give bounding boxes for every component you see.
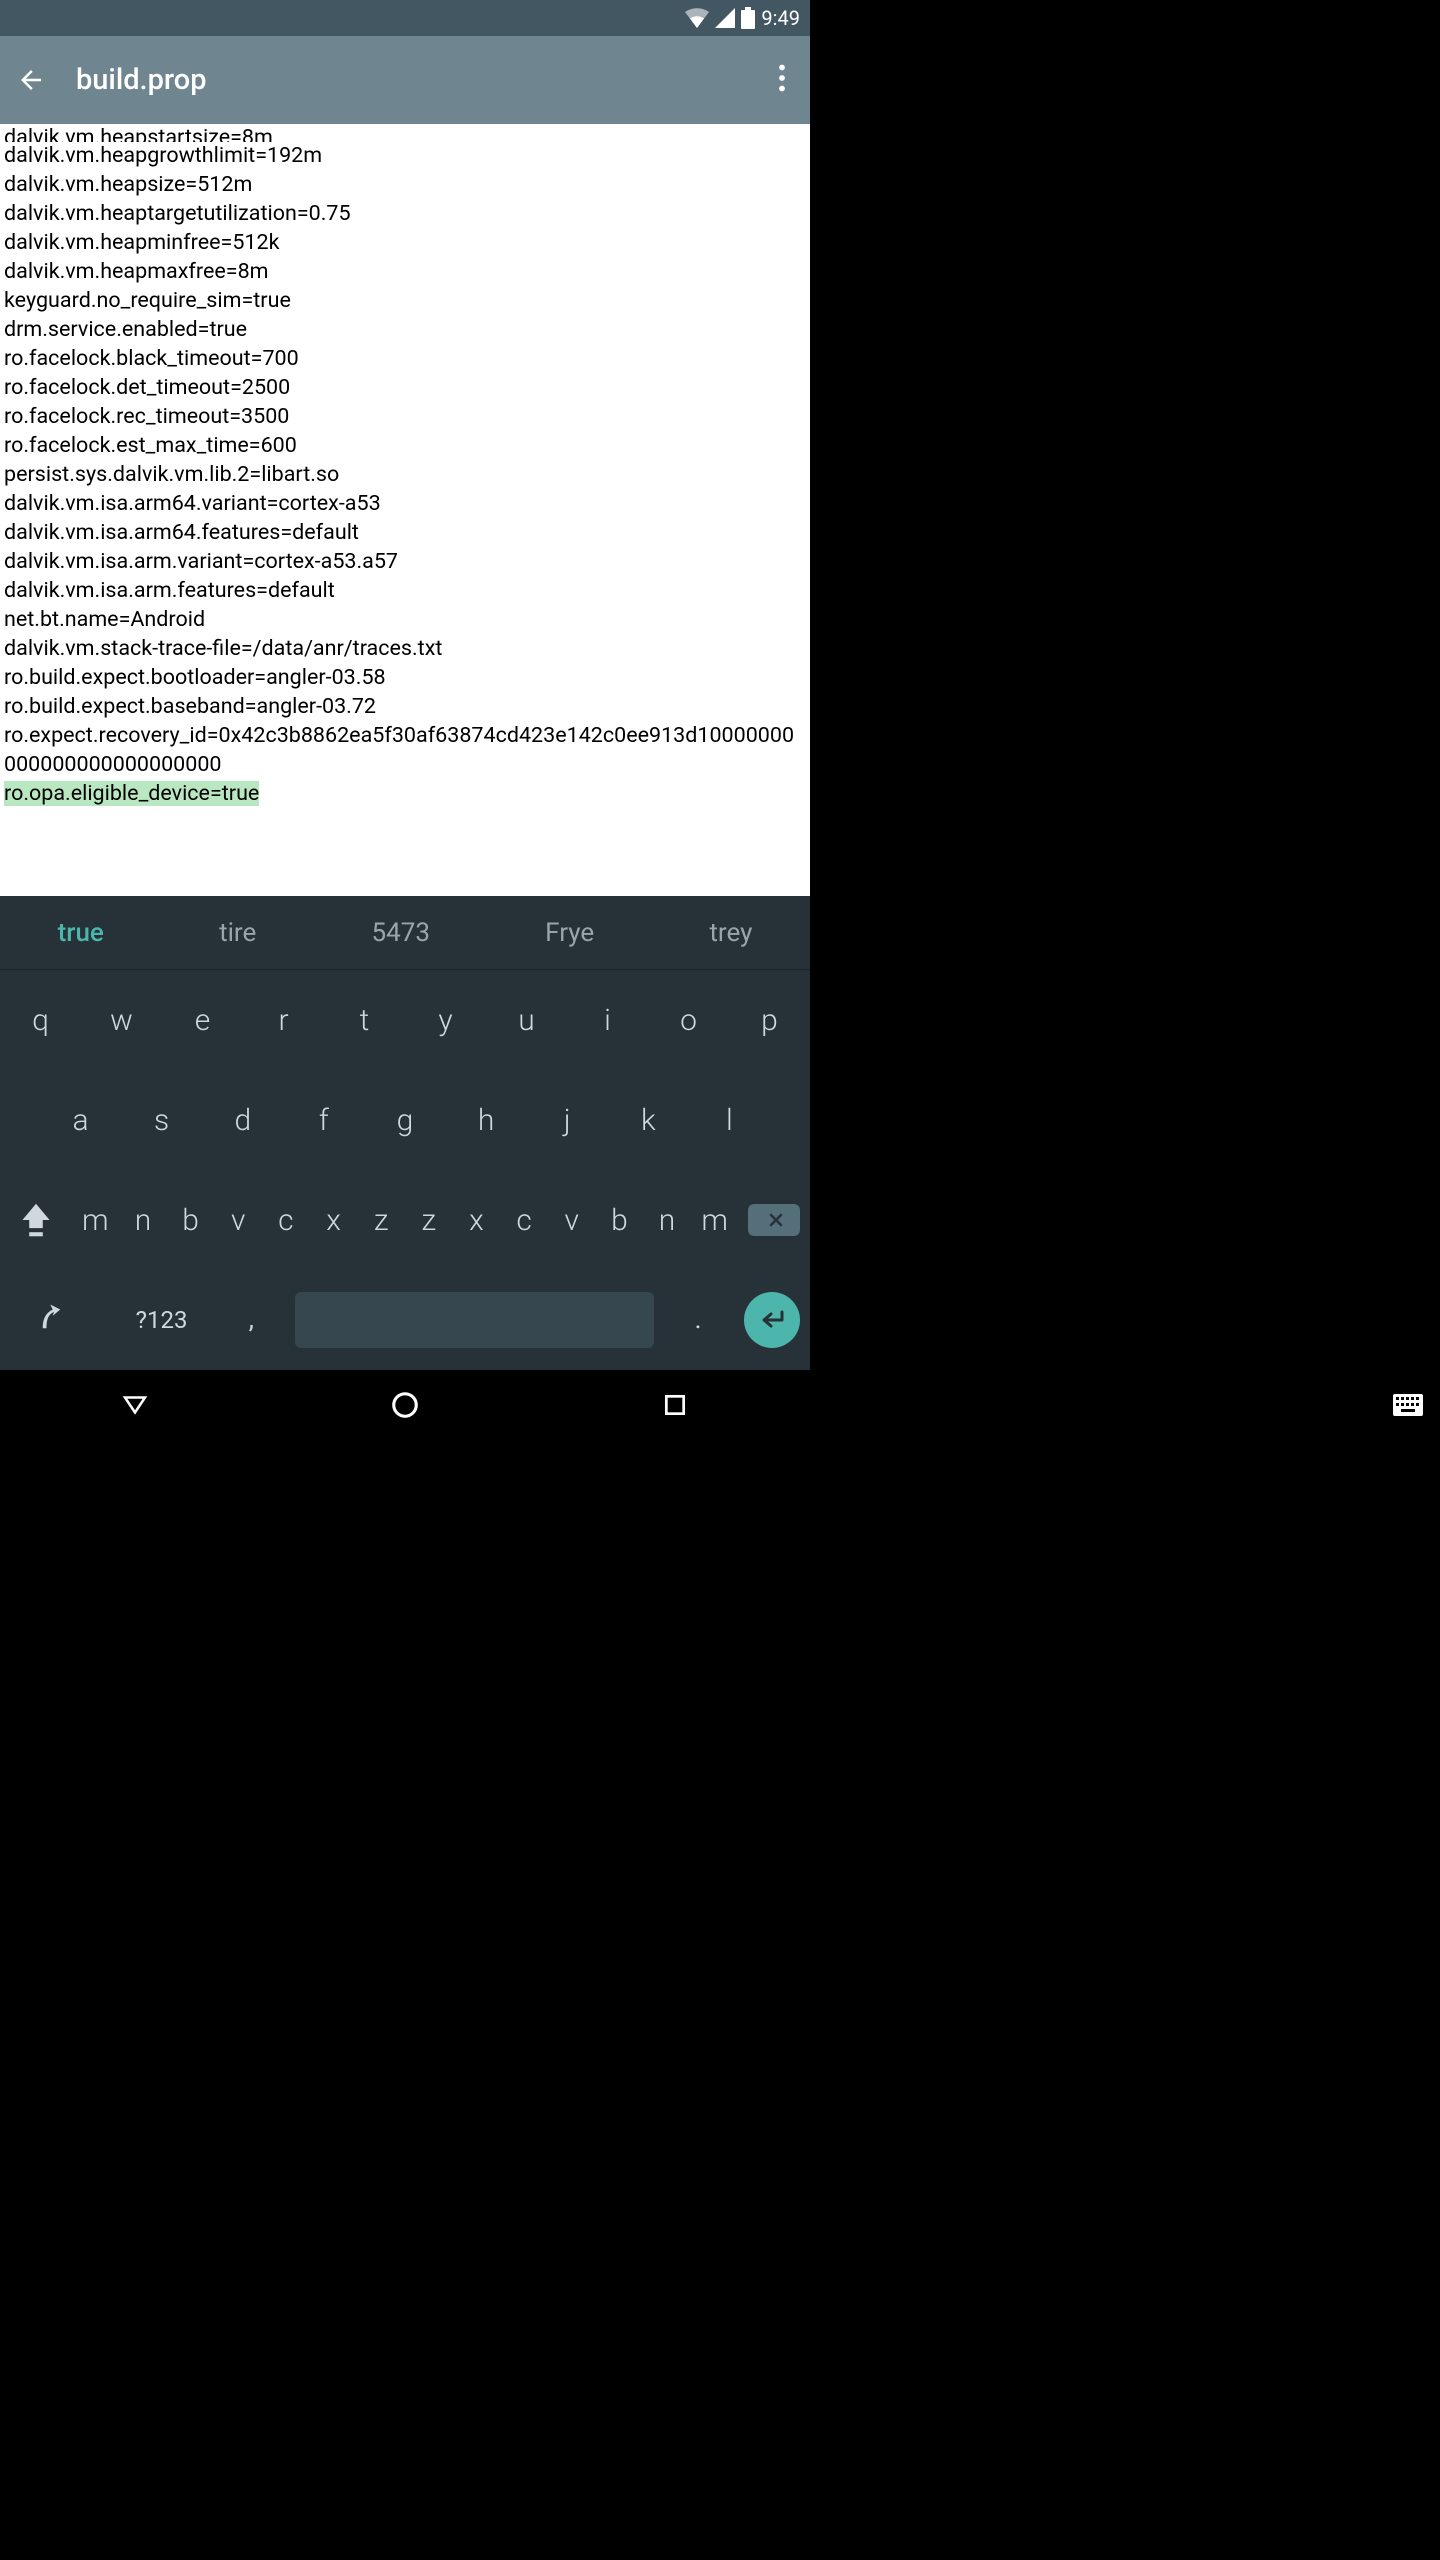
shift-icon xyxy=(19,1201,53,1239)
key-g[interactable]: g xyxy=(364,1103,445,1138)
editor-line-truncated: dalvik.vm.heapstartsize=8m xyxy=(4,124,806,142)
nav-back-icon xyxy=(120,1390,150,1420)
key-l[interactable]: l xyxy=(689,1103,770,1138)
suggestion-item[interactable]: trey xyxy=(709,918,752,948)
key-m[interactable]: m xyxy=(691,1203,739,1238)
nav-back-button[interactable] xyxy=(117,1387,153,1423)
key-v[interactable]: v xyxy=(214,1203,262,1238)
key-h[interactable]: h xyxy=(446,1103,527,1138)
key-o[interactable]: o xyxy=(648,1003,729,1038)
key-e[interactable]: e xyxy=(162,1003,243,1038)
keyboard-row-3: mnbvcxz zxcvbnm xyxy=(0,1170,810,1270)
battery-icon xyxy=(741,7,755,29)
page-title: build.prop xyxy=(76,63,207,97)
keyboard-row-4: ?123 , . xyxy=(0,1270,810,1370)
key-s[interactable]: s xyxy=(121,1103,202,1138)
keyboard-row-2: asdfghjkl xyxy=(0,1070,810,1170)
key-t[interactable]: t xyxy=(324,1003,405,1038)
key-u[interactable]: u xyxy=(486,1003,567,1038)
overflow-menu-button[interactable] xyxy=(770,64,794,96)
key-n[interactable]: n xyxy=(643,1203,691,1238)
nav-recents-button[interactable] xyxy=(657,1387,693,1423)
navigation-bar xyxy=(0,1370,810,1440)
key-p[interactable]: p xyxy=(729,1003,810,1038)
key-n[interactable]: n xyxy=(119,1203,167,1238)
key-r[interactable]: r xyxy=(243,1003,324,1038)
device-screen: 9:49 build.prop dalvik.vm.heapstartsize=… xyxy=(0,0,810,1440)
suggestion-item[interactable]: tire xyxy=(219,918,256,948)
text-editor[interactable]: dalvik.vm.heapstartsize=8mdalvik.vm.heap… xyxy=(0,124,810,896)
keyboard-icon xyxy=(1393,1394,1423,1416)
key-w[interactable]: w xyxy=(81,1003,162,1038)
wifi-icon xyxy=(685,8,709,28)
nav-home-icon xyxy=(390,1390,420,1420)
nav-recents-icon xyxy=(662,1392,688,1418)
key-m[interactable]: m xyxy=(72,1203,120,1238)
suggestion-item[interactable]: Frye xyxy=(545,918,594,948)
cell-signal-icon xyxy=(715,8,735,28)
suggestion-strip: true tire 5473 Frye trey xyxy=(0,896,810,970)
backspace-icon xyxy=(760,1210,788,1230)
more-vert-icon xyxy=(778,64,786,92)
key-x[interactable]: x xyxy=(310,1203,358,1238)
key-b[interactable]: b xyxy=(596,1203,644,1238)
key-f[interactable]: f xyxy=(283,1103,364,1138)
enter-icon xyxy=(758,1308,786,1332)
key-z[interactable]: z xyxy=(405,1203,453,1238)
editor-content[interactable]: dalvik.vm.heapstartsize=8mdalvik.vm.heap… xyxy=(0,124,810,809)
key-d[interactable]: d xyxy=(202,1103,283,1138)
enter-key[interactable] xyxy=(744,1292,800,1348)
comma-key[interactable]: , xyxy=(215,1305,287,1335)
key-a[interactable]: a xyxy=(40,1103,121,1138)
key-b[interactable]: b xyxy=(167,1203,215,1238)
editor-highlighted-line[interactable]: ro.opa.eligible_device=true xyxy=(4,781,259,806)
key-v[interactable]: v xyxy=(548,1203,596,1238)
emoji-key[interactable] xyxy=(0,1302,108,1338)
emoji-icon xyxy=(39,1302,69,1332)
space-key[interactable] xyxy=(295,1292,654,1348)
symbols-key[interactable]: ?123 xyxy=(108,1306,216,1334)
key-k[interactable]: k xyxy=(608,1103,689,1138)
key-j[interactable]: j xyxy=(527,1103,608,1138)
key-i[interactable]: i xyxy=(567,1003,648,1038)
shift-key[interactable] xyxy=(0,1201,71,1239)
nav-home-button[interactable] xyxy=(387,1387,423,1423)
key-z[interactable]: z xyxy=(357,1203,405,1238)
status-bar: 9:49 xyxy=(0,0,810,36)
suggestion-item[interactable]: 5473 xyxy=(371,918,429,948)
key-c[interactable]: c xyxy=(262,1203,310,1238)
key-q[interactable]: q xyxy=(0,1003,81,1038)
key-x[interactable]: x xyxy=(453,1203,501,1238)
period-key[interactable]: . xyxy=(662,1305,734,1335)
key-c[interactable]: c xyxy=(500,1203,548,1238)
backspace-key[interactable] xyxy=(738,1204,809,1236)
key-y[interactable]: y xyxy=(405,1003,486,1038)
keyboard-row-1: qwertyuiop xyxy=(0,970,810,1070)
status-time: 9:49 xyxy=(761,6,800,30)
app-bar: build.prop xyxy=(0,36,810,124)
soft-keyboard: truetire5473Fryetrey qwertyuiop asdfghjk… xyxy=(0,896,810,1370)
nav-ime-switch-button[interactable] xyxy=(1390,1387,1426,1423)
suggestion-item[interactable]: true xyxy=(58,918,104,948)
back-arrow-icon[interactable] xyxy=(16,65,46,95)
